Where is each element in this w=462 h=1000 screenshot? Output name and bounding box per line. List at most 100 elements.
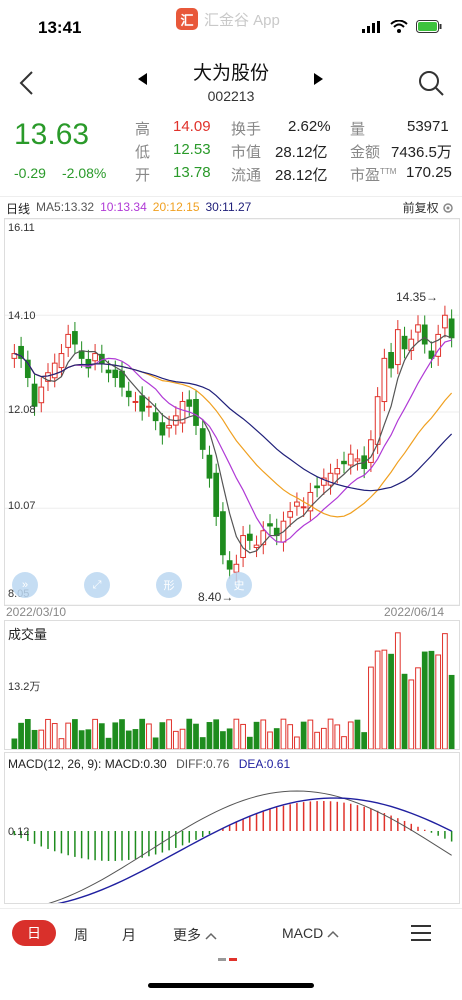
amount-label: 金额 <box>350 144 381 161</box>
volume-bar <box>361 732 368 750</box>
float-label: 流通 <box>231 167 262 184</box>
kline-chart[interactable] <box>4 218 460 606</box>
tab-indicator[interactable]: MACD <box>282 925 339 941</box>
volume-bar <box>341 736 347 750</box>
volume-bar <box>24 719 31 750</box>
open-label: 开 <box>135 167 151 184</box>
candle-body <box>152 412 159 422</box>
y-tick-top: 16.11 <box>8 222 35 234</box>
candle-body <box>226 560 233 570</box>
volume-bar <box>18 722 24 750</box>
candle-body <box>448 318 455 339</box>
candle-body <box>72 331 78 345</box>
volume-bar <box>294 736 300 750</box>
candle-body <box>300 506 307 509</box>
bottom-bar <box>0 908 462 959</box>
max-price-note: 14.35→ <box>396 290 439 304</box>
kline-svg <box>5 218 459 606</box>
candle-body <box>132 400 139 403</box>
volume-bar <box>260 719 267 750</box>
macd-chart[interactable] <box>4 752 460 911</box>
menu-button[interactable] <box>410 924 432 947</box>
amount-value: 7436.5万 <box>391 144 452 161</box>
volume-bar <box>45 718 51 750</box>
adjust-button[interactable]: 前复权 <box>403 199 454 216</box>
volume-bar <box>226 728 233 750</box>
float-value: 28.12亿 <box>275 167 328 184</box>
gear-icon <box>443 203 453 213</box>
volume-bar <box>374 650 381 750</box>
pe-value: 170.25 <box>406 164 452 181</box>
candle-body <box>347 453 354 466</box>
wifi-icon <box>390 20 408 33</box>
volume-bar <box>320 727 327 750</box>
tab-week[interactable]: 周 <box>74 925 88 945</box>
candle-body <box>58 353 65 369</box>
candle-body <box>253 544 260 549</box>
ma10-label: 10:13.34 <box>100 200 147 214</box>
volume-bar <box>78 730 85 750</box>
date-end: 2022/06/14 <box>384 605 445 619</box>
volume-bar <box>388 653 394 750</box>
candle-body <box>240 535 246 558</box>
candle-body <box>388 352 394 369</box>
candle-body <box>334 468 341 475</box>
y-tick-3: 12.08 <box>8 404 36 416</box>
volume-bar <box>280 718 287 750</box>
ma5-label: MA5:13.32 <box>36 200 95 214</box>
tab-day[interactable]: 日 <box>12 920 56 946</box>
fullscreen-button[interactable]: ⤢ <box>84 572 110 598</box>
high-value: 14.09 <box>173 118 211 135</box>
y-tick-2: 14.10 <box>8 310 36 322</box>
volume-bar <box>166 719 172 750</box>
volume-bar <box>233 718 240 750</box>
candle-body <box>341 460 347 465</box>
triangle-right-icon <box>314 73 323 85</box>
high-label: 高 <box>135 121 151 138</box>
candle-body <box>314 485 320 489</box>
volume-chart[interactable] <box>4 620 460 750</box>
app-logo: 汇 <box>176 8 198 30</box>
volume-bar <box>287 724 294 750</box>
candle-body <box>199 428 206 450</box>
volume-bar <box>421 651 428 750</box>
tab-more-label: 更多 <box>173 927 201 943</box>
dea-line <box>14 797 452 909</box>
macd-legend: MACD(12, 26, 9): MACD:0.30 DIFF:0.76 DEA… <box>8 757 290 771</box>
period-label[interactable]: 日线 <box>6 200 30 217</box>
volume-bar <box>428 650 435 750</box>
candle-body <box>354 458 361 462</box>
tab-month[interactable]: 月 <box>122 925 136 945</box>
status-icons <box>362 20 442 33</box>
volume-bar <box>448 674 455 750</box>
volume-bar <box>193 723 199 750</box>
volume-bar <box>368 666 374 750</box>
volume-bar <box>179 728 186 750</box>
volume-bar <box>31 729 38 750</box>
volume-bar <box>125 730 132 750</box>
macd-level: 0.12 <box>8 826 30 838</box>
candle-body <box>92 353 98 362</box>
volume-bar <box>206 722 213 750</box>
volume-bar <box>327 718 334 750</box>
low-label: 低 <box>135 144 151 161</box>
volume-bar <box>240 723 246 750</box>
volume-svg <box>11 632 455 750</box>
date-start: 2022/03/10 <box>6 605 67 619</box>
volume-bar <box>38 729 45 750</box>
app-name: 汇金谷 App <box>204 11 280 29</box>
shape-button[interactable]: 形 <box>156 572 182 598</box>
menu-icon <box>411 925 431 941</box>
volume-bar <box>347 721 354 750</box>
status-time: 13:41 <box>38 18 82 37</box>
candle-body <box>442 314 448 329</box>
turnover-label: 换手 <box>231 121 262 138</box>
volume-bar <box>132 729 139 750</box>
tab-more[interactable]: 更多 <box>173 925 217 945</box>
home-indicator <box>148 983 314 988</box>
next-stock-button[interactable] <box>314 72 324 88</box>
candle-body <box>267 523 273 527</box>
expand-button[interactable]: » <box>12 572 38 598</box>
search-button[interactable] <box>418 70 444 101</box>
history-button[interactable]: 史 <box>226 572 252 598</box>
